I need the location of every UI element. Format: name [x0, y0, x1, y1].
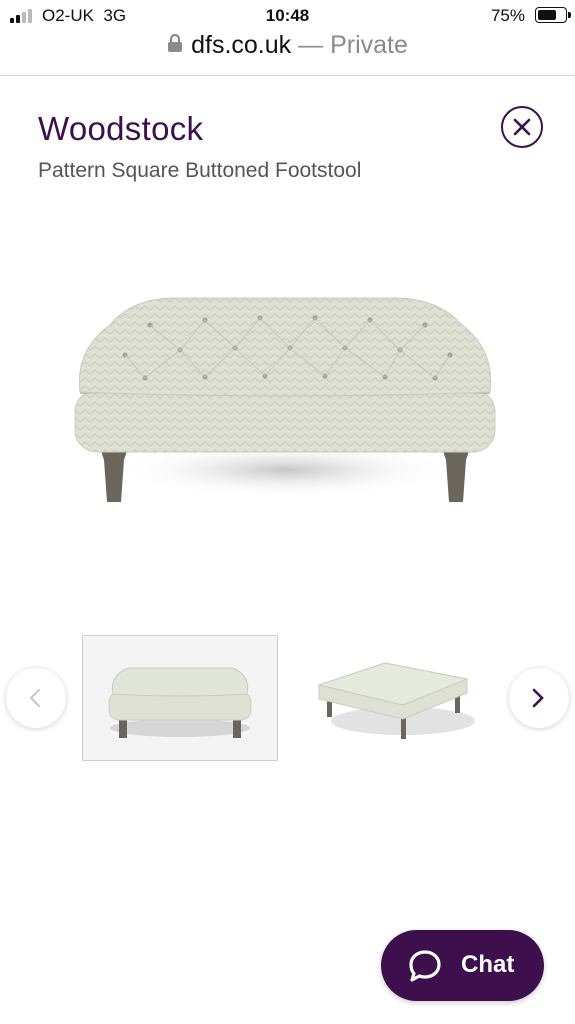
url-host: dfs.co.uk — [191, 30, 292, 59]
battery-percent: 75% — [490, 6, 525, 25]
lock-icon — [167, 31, 183, 60]
thumbnail-angled-view[interactable] — [305, 635, 501, 761]
close-icon — [513, 118, 531, 136]
divider — [0, 75, 575, 76]
status-bar: O2-UK 3G 10:48 75% — [0, 0, 575, 32]
next-image-button[interactable] — [509, 668, 569, 728]
chat-label: Chat — [461, 951, 515, 978]
chevron-left-icon — [29, 688, 41, 708]
product-title: Woodstock — [38, 110, 204, 147]
chat-bubble-icon — [409, 950, 441, 982]
chat-button[interactable]: Chat — [381, 930, 544, 1001]
product-subtitle: Pattern Square Buttoned Footstool — [38, 159, 362, 182]
private-mode-label: — Private — [298, 30, 408, 59]
previous-image-button[interactable] — [6, 668, 66, 728]
thumbnail-front-view[interactable] — [82, 635, 278, 761]
battery-icon — [535, 7, 571, 23]
close-button[interactable] — [501, 106, 543, 148]
address-bar[interactable]: dfs.co.uk — Private — [0, 30, 575, 74]
chevron-right-icon — [532, 688, 544, 708]
clock: 10:48 — [265, 6, 310, 25]
product-main-image[interactable] — [70, 280, 500, 520]
